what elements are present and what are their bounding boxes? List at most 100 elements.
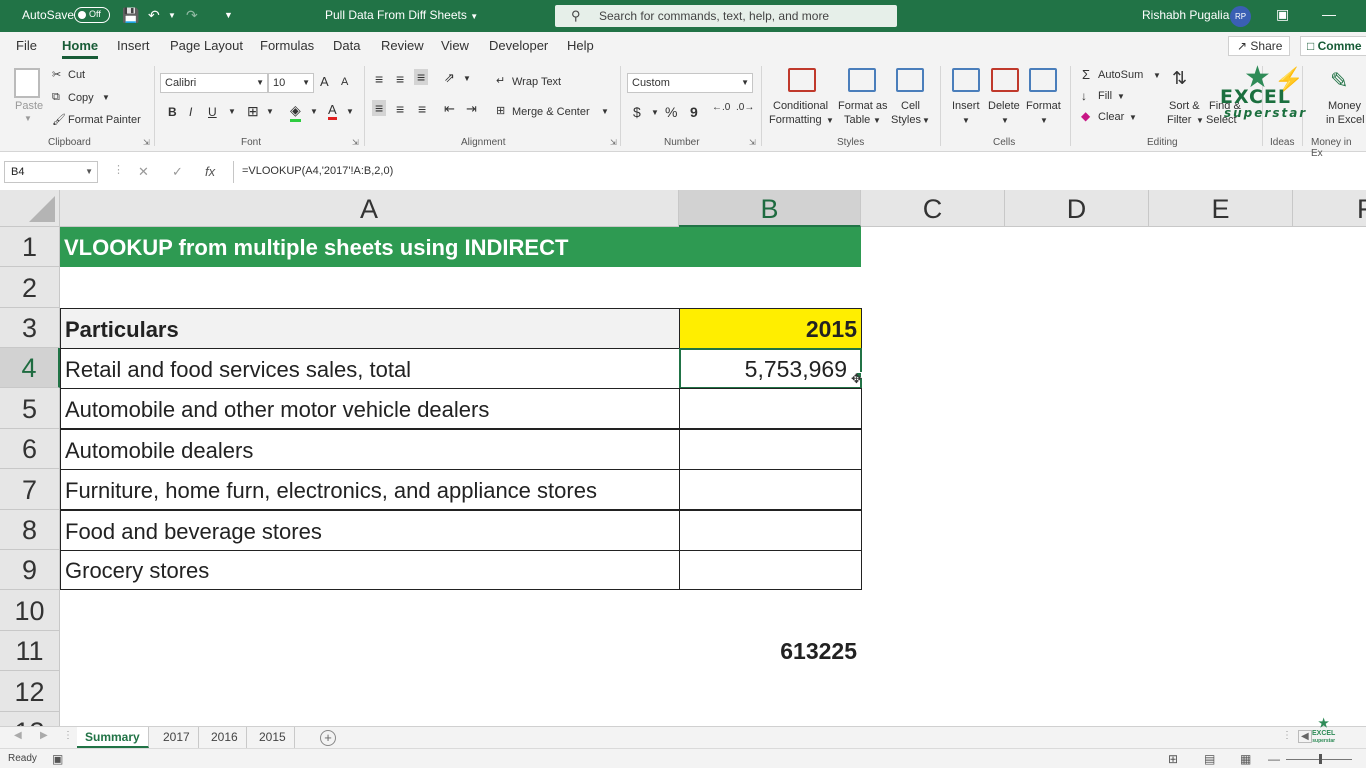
eraser-icon[interactable]: ◆ <box>1081 109 1090 123</box>
font-name-select[interactable]: Calibri ▼ <box>160 73 268 93</box>
autosum-icon[interactable]: Σ <box>1082 67 1090 82</box>
alignment-launcher-icon[interactable]: ⇲ <box>610 138 617 147</box>
money-in-excel-button[interactable]: Money <box>1328 100 1361 112</box>
header-particulars-cell[interactable]: Particulars <box>60 308 680 349</box>
cancel-icon[interactable]: ✕ <box>138 164 149 180</box>
selected-cell-b4[interactable]: 5,753,969 <box>679 348 862 389</box>
table-row-label[interactable]: Grocery stores <box>60 550 680 590</box>
underline-dropdown-icon[interactable]: ▼ <box>228 107 236 116</box>
sheet-tab-2017[interactable]: 2017 <box>155 727 199 748</box>
sort-filter-button-line2[interactable]: Filter <box>1167 114 1191 126</box>
undo-icon[interactable]: ↶ <box>148 7 160 24</box>
borders-icon[interactable]: ⊞ <box>247 103 259 120</box>
orientation-icon[interactable]: ⇗ <box>444 70 455 86</box>
undo-dropdown-icon[interactable]: ▼ <box>168 11 176 20</box>
insert-function-icon[interactable]: fx <box>205 164 215 179</box>
delete-cells-button[interactable]: Delete <box>988 100 1020 112</box>
sheet-next-icon[interactable]: ▶ <box>40 730 48 741</box>
conditional-formatting-button[interactable]: Conditional <box>773 100 828 112</box>
autosum-dropdown-icon[interactable]: ▼ <box>1153 71 1161 80</box>
row-header-5[interactable]: 5 <box>0 388 60 429</box>
table-row-label[interactable]: Furniture, home furn, electronics, and a… <box>60 469 680 510</box>
format-painter-icon[interactable]: 🖌 <box>52 113 66 126</box>
column-header-d[interactable]: D <box>1005 190 1149 227</box>
font-size-select[interactable]: 10 ▼ <box>268 73 314 93</box>
font-launcher-icon[interactable]: ⇲ <box>352 138 359 147</box>
minimize-icon[interactable]: — <box>1322 6 1336 22</box>
percent-button[interactable]: % <box>665 104 677 120</box>
macro-record-icon[interactable]: ▣ <box>52 752 63 766</box>
document-title[interactable]: Pull Data From Diff Sheets ▼ <box>325 8 478 22</box>
currency-button[interactable]: $ <box>633 104 641 120</box>
fill-icon[interactable]: ↓ <box>1081 89 1087 103</box>
row-header-12[interactable]: 12 <box>0 671 60 712</box>
tab-view[interactable]: View <box>441 38 469 53</box>
avatar[interactable]: RP <box>1230 6 1251 27</box>
select-all-button[interactable] <box>0 190 60 227</box>
sheet-tab-2015[interactable]: 2015 <box>251 727 295 748</box>
currency-dropdown-icon[interactable]: ▼ <box>651 108 659 117</box>
align-top-icon[interactable]: ≡ <box>375 71 383 87</box>
tab-home[interactable]: Home <box>62 38 99 59</box>
fill-color-icon[interactable]: ◈ <box>290 102 301 122</box>
row-header-10[interactable]: 10 <box>0 590 60 631</box>
tab-insert[interactable]: Insert <box>117 38 150 53</box>
sheet-prev-icon[interactable]: ◀ <box>14 730 22 741</box>
conditional-formatting-button-line2[interactable]: Formatting <box>769 114 822 126</box>
merge-center-button[interactable]: Merge & Center <box>512 106 590 118</box>
italic-button[interactable]: I <box>189 105 192 119</box>
comma-button[interactable]: 9 <box>690 104 698 120</box>
tab-page-layout[interactable]: Page Layout <box>170 38 243 53</box>
enter-icon[interactable]: ✓ <box>172 164 183 180</box>
decrease-indent-icon[interactable]: ⇤ <box>444 101 455 117</box>
shrink-font-button[interactable]: A <box>341 76 348 88</box>
font-color-dropdown-icon[interactable]: ▼ <box>346 107 354 116</box>
insert-cells-icon[interactable] <box>952 68 980 92</box>
column-header-b[interactable]: B <box>679 190 861 227</box>
formula-input[interactable]: =VLOOKUP(A4,'2017'!A:B,2,0) <box>233 161 1366 183</box>
table-row-label[interactable]: Food and beverage stores <box>60 510 680 551</box>
fill-button[interactable]: Fill <box>1098 90 1112 102</box>
redo-icon[interactable]: ↷ <box>186 7 198 24</box>
table-row-value[interactable] <box>679 469 862 510</box>
row-header-7[interactable]: 7 <box>0 469 60 510</box>
row-header-6[interactable]: 6 <box>0 429 60 469</box>
format-cells-icon[interactable] <box>1029 68 1057 92</box>
paste-button[interactable]: Paste <box>15 100 43 112</box>
row-header-11[interactable]: 11 <box>0 631 60 671</box>
table-row-value[interactable] <box>679 388 862 429</box>
autosum-button[interactable]: AutoSum <box>1098 69 1143 81</box>
comments-button[interactable]: □ Comme <box>1300 36 1366 56</box>
cell-styles-button[interactable]: Cell <box>901 100 920 112</box>
align-center-icon[interactable]: ≡ <box>396 101 404 117</box>
clear-dropdown-icon[interactable]: ▼ <box>1129 113 1137 122</box>
table-row-label[interactable]: Retail and food services sales, total <box>60 348 680 389</box>
row-header-1[interactable]: 1 <box>0 227 60 267</box>
column-header-e[interactable]: E <box>1149 190 1293 227</box>
column-header-a[interactable]: A <box>60 190 679 227</box>
table-row-value[interactable] <box>679 429 862 470</box>
autosave-toggle[interactable]: Off <box>74 7 110 23</box>
cell-styles-icon[interactable] <box>896 68 924 92</box>
cell-b11[interactable]: 613225 <box>679 631 861 671</box>
tab-review[interactable]: Review <box>381 38 424 53</box>
row-header-4[interactable]: 4 <box>0 348 60 388</box>
table-row-value[interactable] <box>679 510 862 551</box>
wrap-text-button[interactable]: Wrap Text <box>512 76 561 88</box>
tabs-splitter-icon[interactable]: ⋮ <box>1282 730 1292 741</box>
money-in-excel-button-line2[interactable]: in Excel <box>1326 114 1365 126</box>
number-launcher-icon[interactable]: ⇲ <box>749 138 756 147</box>
normal-view-icon[interactable]: ⊞ <box>1168 752 1178 766</box>
font-color-icon[interactable]: A <box>328 102 337 120</box>
cut-icon[interactable]: ✂ <box>52 68 61 81</box>
orientation-dropdown-icon[interactable]: ▼ <box>463 74 471 83</box>
scroll-left-icon[interactable]: ◀ <box>1298 730 1312 743</box>
page-break-view-icon[interactable]: ▦ <box>1240 752 1251 766</box>
clear-button[interactable]: Clear <box>1098 111 1124 123</box>
zoom-slider-thumb[interactable] <box>1319 754 1322 764</box>
tab-file[interactable]: File <box>16 38 37 53</box>
fill-dropdown-icon[interactable]: ▼ <box>1117 92 1125 101</box>
merge-center-icon[interactable]: ⊞ <box>496 104 505 117</box>
format-as-table-button-line2[interactable]: Table <box>844 114 870 126</box>
save-icon[interactable]: 💾 <box>122 7 139 24</box>
